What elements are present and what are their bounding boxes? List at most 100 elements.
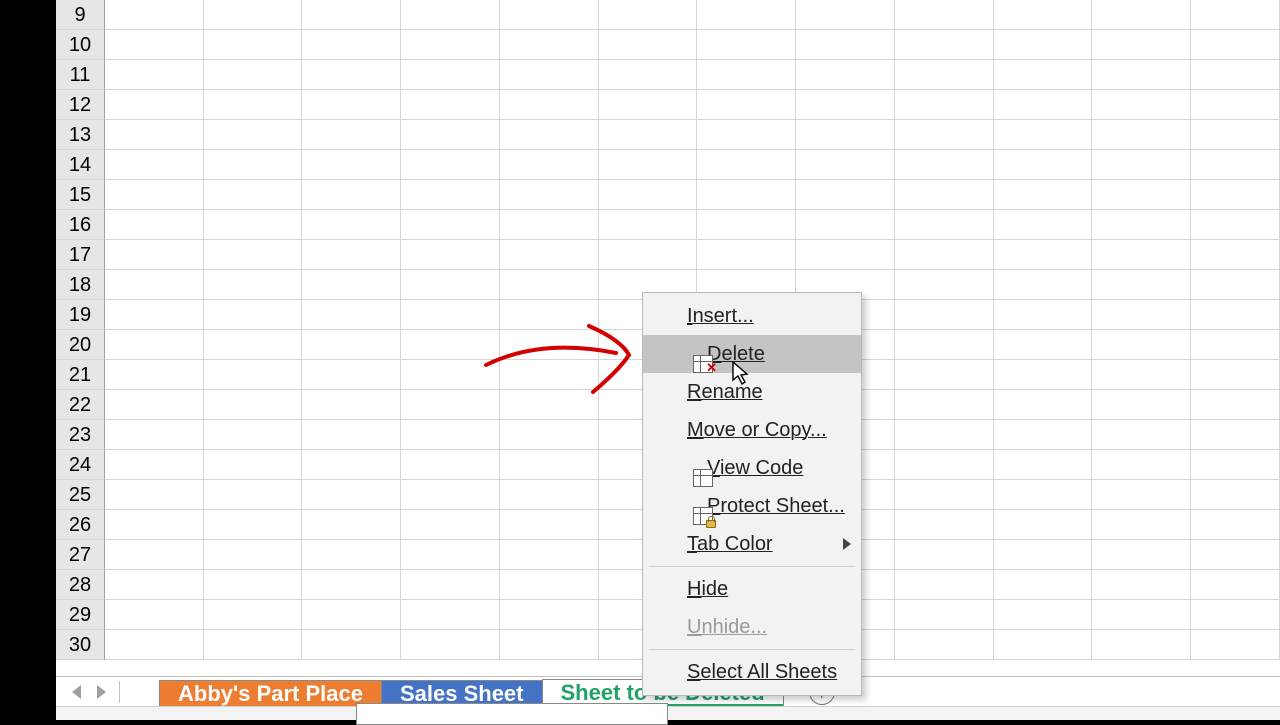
cell[interactable] xyxy=(401,420,500,449)
cell[interactable] xyxy=(1191,390,1280,419)
cell[interactable] xyxy=(1092,480,1191,509)
cell[interactable] xyxy=(302,0,401,29)
cell[interactable] xyxy=(105,270,204,299)
cell[interactable] xyxy=(994,570,1093,599)
cell[interactable] xyxy=(302,240,401,269)
cell[interactable] xyxy=(302,180,401,209)
row-header[interactable]: 14 xyxy=(56,150,105,180)
cell[interactable] xyxy=(994,540,1093,569)
cell[interactable] xyxy=(204,270,303,299)
cell[interactable] xyxy=(401,180,500,209)
cell[interactable] xyxy=(401,510,500,539)
context-menu-insert[interactable]: Insert... xyxy=(643,297,861,335)
cell[interactable] xyxy=(895,330,994,359)
cell[interactable] xyxy=(105,570,204,599)
cell[interactable] xyxy=(895,300,994,329)
cell[interactable] xyxy=(895,420,994,449)
cell[interactable] xyxy=(401,0,500,29)
context-menu-select-all-sheets[interactable]: Select All Sheets xyxy=(643,653,861,691)
cell[interactable] xyxy=(105,120,204,149)
cell[interactable] xyxy=(401,30,500,59)
cell[interactable] xyxy=(401,90,500,119)
cell[interactable] xyxy=(500,600,599,629)
cell[interactable] xyxy=(401,120,500,149)
context-menu-tab-color[interactable]: Tab Color xyxy=(643,525,861,563)
cell[interactable] xyxy=(105,630,204,659)
cell[interactable] xyxy=(204,450,303,479)
cell[interactable] xyxy=(994,120,1093,149)
cell[interactable] xyxy=(1191,60,1280,89)
cell[interactable] xyxy=(302,210,401,239)
cell[interactable] xyxy=(401,390,500,419)
cell[interactable] xyxy=(105,480,204,509)
row-header[interactable]: 26 xyxy=(56,510,105,540)
cell[interactable] xyxy=(1191,480,1280,509)
cell[interactable] xyxy=(1191,420,1280,449)
cell[interactable] xyxy=(895,120,994,149)
cell[interactable] xyxy=(401,450,500,479)
context-menu-view-code[interactable]: View Code xyxy=(643,449,861,487)
cell[interactable] xyxy=(302,630,401,659)
row-header[interactable]: 23 xyxy=(56,420,105,450)
cell[interactable] xyxy=(1092,180,1191,209)
cell[interactable] xyxy=(1191,90,1280,119)
cell[interactable] xyxy=(105,150,204,179)
row-header[interactable]: 29 xyxy=(56,600,105,630)
cell[interactable] xyxy=(697,0,796,29)
cell[interactable] xyxy=(1092,630,1191,659)
cell[interactable] xyxy=(105,210,204,239)
cell[interactable] xyxy=(1092,300,1191,329)
cell[interactable] xyxy=(204,90,303,119)
cell[interactable] xyxy=(599,0,698,29)
row-header[interactable]: 13 xyxy=(56,120,105,150)
cell[interactable] xyxy=(500,150,599,179)
cell[interactable] xyxy=(895,510,994,539)
cell[interactable] xyxy=(1191,360,1280,389)
cell[interactable] xyxy=(204,390,303,419)
cell[interactable] xyxy=(105,360,204,389)
cell[interactable] xyxy=(204,420,303,449)
cell[interactable] xyxy=(895,210,994,239)
cell[interactable] xyxy=(796,240,895,269)
cell[interactable] xyxy=(994,210,1093,239)
cell[interactable] xyxy=(302,60,401,89)
tab-scroll-left-icon[interactable] xyxy=(72,685,81,699)
cell[interactable] xyxy=(500,210,599,239)
cell[interactable] xyxy=(500,60,599,89)
row-header[interactable]: 12 xyxy=(56,90,105,120)
cell[interactable] xyxy=(500,570,599,599)
cell[interactable] xyxy=(1191,180,1280,209)
cell[interactable] xyxy=(1191,240,1280,269)
cell[interactable] xyxy=(994,180,1093,209)
cell[interactable] xyxy=(796,30,895,59)
cell[interactable] xyxy=(895,150,994,179)
cell[interactable] xyxy=(994,150,1093,179)
cell[interactable] xyxy=(204,60,303,89)
cell[interactable] xyxy=(1092,150,1191,179)
cell[interactable] xyxy=(994,0,1093,29)
cell[interactable] xyxy=(302,270,401,299)
cell[interactable] xyxy=(599,180,698,209)
cell[interactable] xyxy=(500,240,599,269)
cell[interactable] xyxy=(105,450,204,479)
cell[interactable] xyxy=(1092,90,1191,119)
cell[interactable] xyxy=(105,180,204,209)
cell[interactable] xyxy=(204,540,303,569)
cell[interactable] xyxy=(204,600,303,629)
cell[interactable] xyxy=(1092,210,1191,239)
cell[interactable] xyxy=(401,330,500,359)
cell[interactable] xyxy=(1191,30,1280,59)
cell[interactable] xyxy=(500,510,599,539)
cell[interactable] xyxy=(1092,420,1191,449)
cell[interactable] xyxy=(401,600,500,629)
cell[interactable] xyxy=(105,510,204,539)
cell[interactable] xyxy=(796,120,895,149)
cell[interactable] xyxy=(302,150,401,179)
cell[interactable] xyxy=(302,120,401,149)
cell[interactable] xyxy=(204,300,303,329)
cell[interactable] xyxy=(105,60,204,89)
cell[interactable] xyxy=(1191,270,1280,299)
cell[interactable] xyxy=(1191,210,1280,239)
cell[interactable] xyxy=(599,30,698,59)
cell[interactable] xyxy=(895,630,994,659)
